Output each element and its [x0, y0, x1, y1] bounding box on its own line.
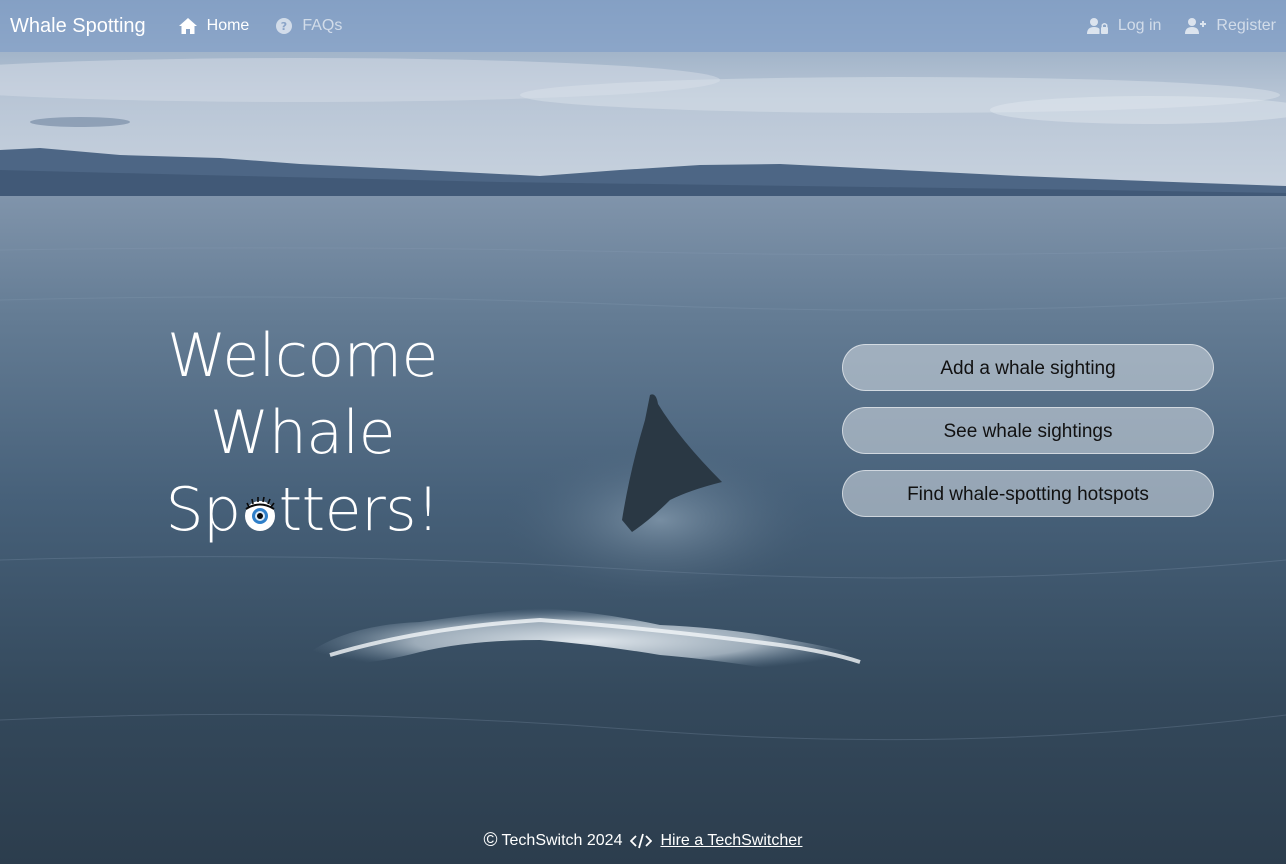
home-icon: [178, 18, 197, 34]
brand-link[interactable]: Whale Spotting: [10, 15, 146, 38]
nav-link-register[interactable]: Register: [1185, 17, 1276, 35]
nav-right-group: Log in Register: [1063, 17, 1276, 35]
code-icon: [630, 833, 653, 849]
hire-techswitcher-link[interactable]: Hire a TechSwitcher: [660, 832, 802, 850]
copyright-icon: ©: [483, 830, 498, 851]
user-lock-icon: [1086, 18, 1108, 34]
nav-link-register-label: Register: [1216, 17, 1276, 34]
eye-icon: [244, 496, 275, 531]
welcome-line-3: Sp tters!: [150, 472, 455, 549]
add-whale-sighting-button[interactable]: Add a whale sighting: [842, 344, 1214, 391]
welcome-line-3-start: Sp: [165, 475, 241, 545]
navbar: Whale Spotting Home ? FAQs Log in Regist…: [0, 0, 1286, 52]
nav-link-faqs[interactable]: ? FAQs: [275, 17, 342, 35]
action-buttons: Add a whale sighting See whale sightings…: [842, 344, 1214, 533]
nav-link-faqs-label: FAQs: [302, 17, 343, 34]
welcome-line-2: Whale: [209, 398, 396, 468]
find-hotspots-button[interactable]: Find whale-spotting hotspots: [842, 470, 1214, 517]
nav-link-home-label: Home: [206, 17, 250, 34]
footer-copyright-text: TechSwitch 2024: [501, 832, 623, 849]
nav-link-login-label: Log in: [1117, 17, 1162, 34]
welcome-line-3-end: tters!: [278, 475, 440, 545]
nav-link-home[interactable]: Home: [178, 17, 250, 35]
question-circle-icon: ?: [276, 18, 293, 34]
footer: © TechSwitch 2024 Hire a TechSwitcher: [0, 830, 1286, 852]
welcome-line-1: Welcome: [167, 321, 438, 391]
see-whale-sightings-button[interactable]: See whale sightings: [842, 407, 1214, 454]
welcome-heading: Welcome Whale Sp tters!: [150, 318, 455, 549]
svg-text:?: ?: [281, 20, 287, 33]
nav-link-login[interactable]: Log in: [1086, 17, 1162, 35]
user-plus-icon: [1185, 18, 1207, 34]
page: Whale Spotting Home ? FAQs Log in Regist…: [0, 0, 1286, 864]
footer-copyright: © TechSwitch 2024: [484, 830, 623, 852]
